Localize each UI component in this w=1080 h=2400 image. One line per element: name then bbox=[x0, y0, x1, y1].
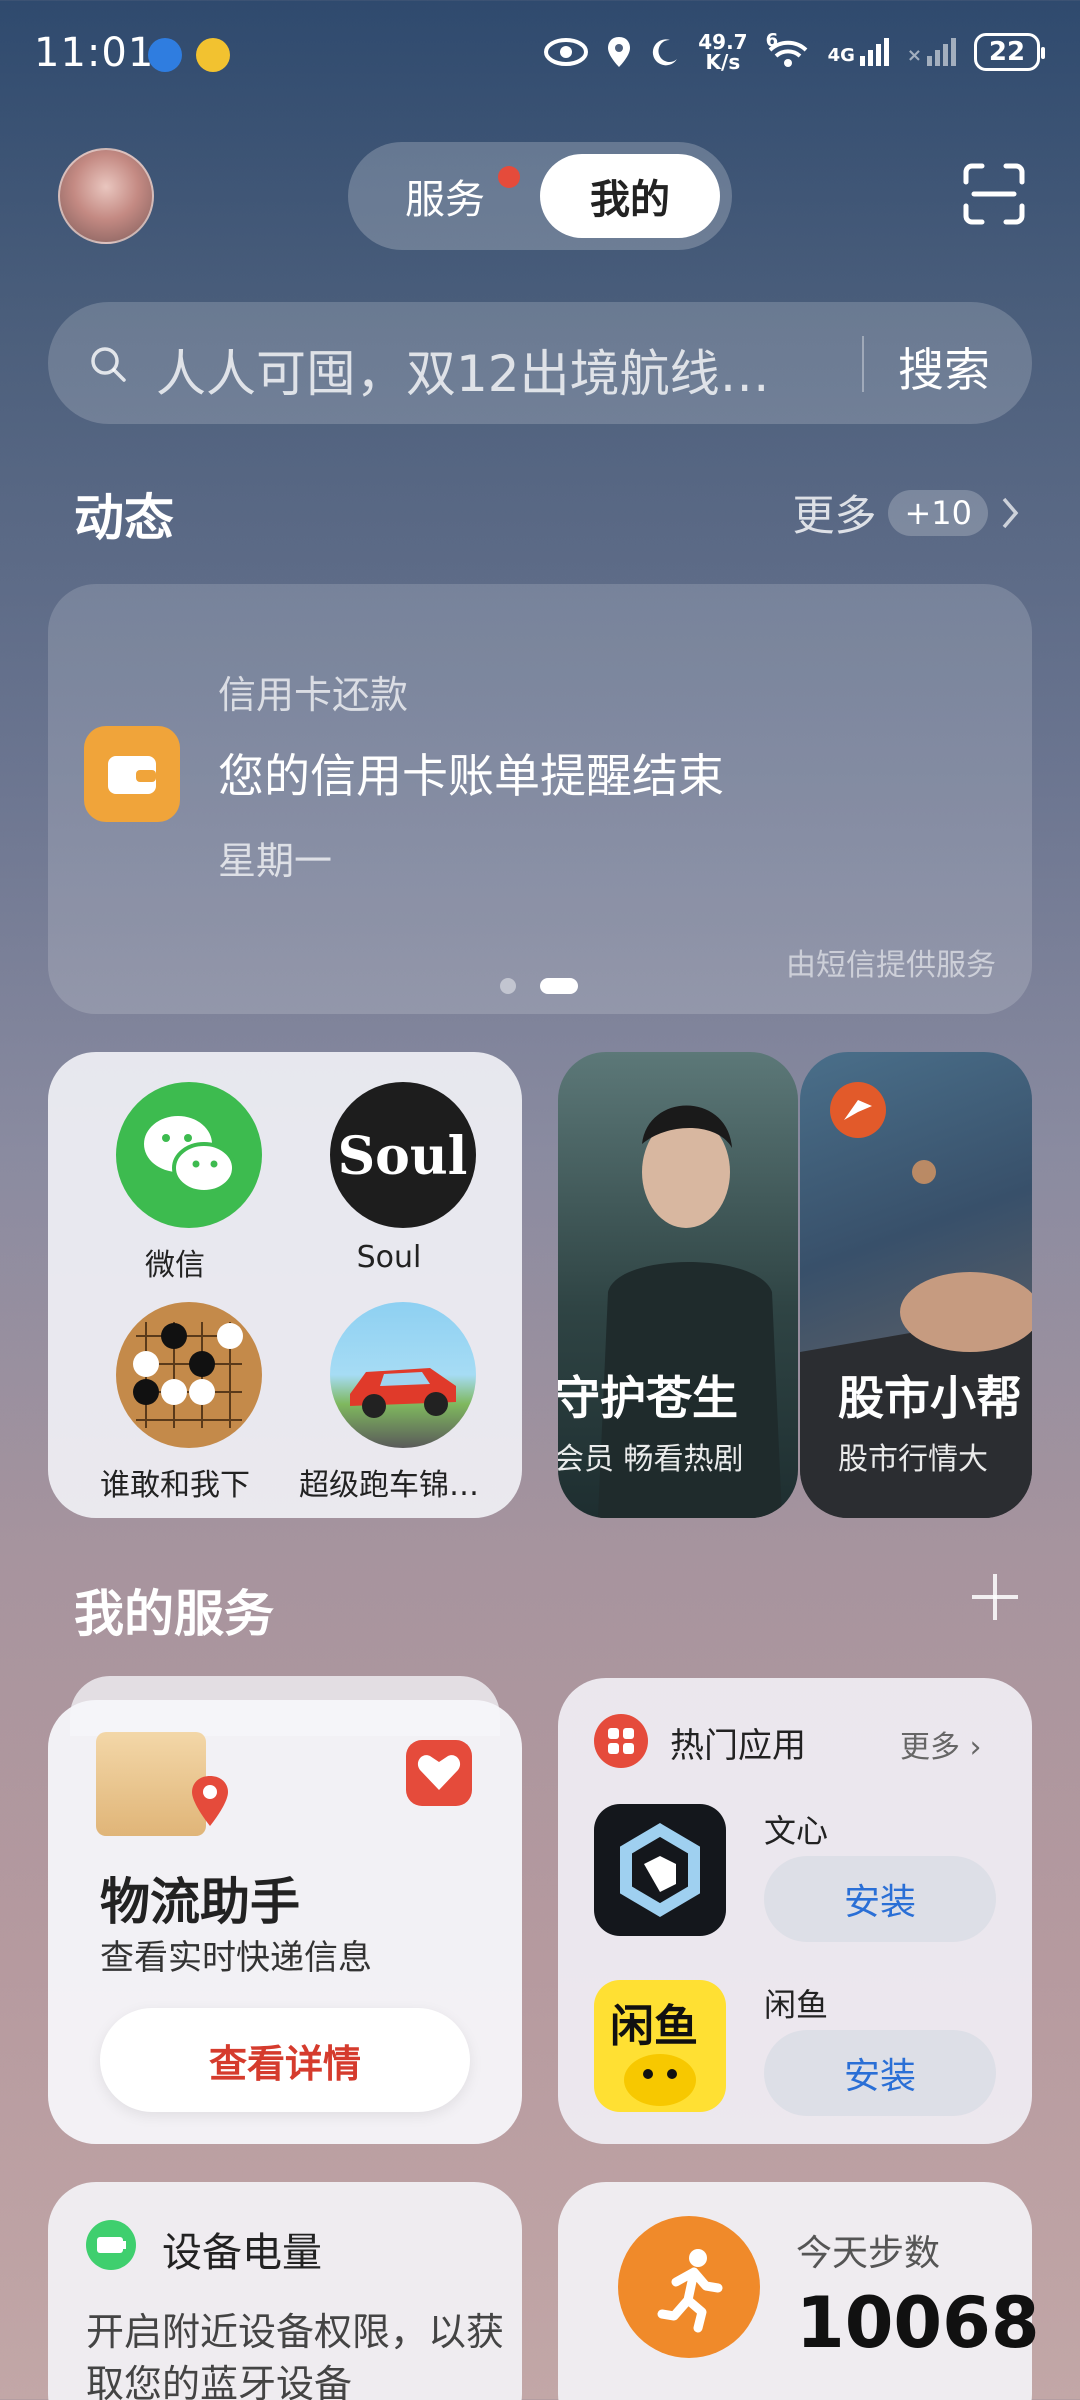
soul-icon: Soul bbox=[329, 1082, 476, 1228]
page-indicator-active bbox=[540, 978, 578, 994]
xianyu-icon: 闲鱼 bbox=[594, 1980, 726, 2112]
promo-card-drama[interactable]: 守护苍生 会员 畅看热剧 bbox=[558, 1052, 798, 1518]
avatar[interactable] bbox=[58, 148, 154, 244]
battery-icon bbox=[86, 2220, 136, 2270]
app-label: 谁敢和我下 bbox=[100, 1468, 250, 1503]
location-icon bbox=[608, 37, 631, 67]
app-soul[interactable]: Soul Soul bbox=[316, 1082, 489, 1275]
dynamics-more[interactable]: 更多 +10 bbox=[792, 482, 1020, 543]
app-label: 超级跑车锦… bbox=[299, 1468, 479, 1503]
app-name: 闲鱼 bbox=[764, 1986, 829, 2024]
network-speed: 49.7 K/s bbox=[698, 30, 748, 74]
search-button[interactable]: 搜索 bbox=[898, 334, 990, 400]
install-button-wenxin[interactable]: 安装 bbox=[764, 1856, 996, 1942]
race-car-icon bbox=[329, 1302, 476, 1448]
notification-dot bbox=[498, 166, 520, 188]
moon-icon bbox=[653, 39, 678, 66]
browser-notification-icon bbox=[148, 38, 182, 72]
search-divider bbox=[862, 336, 864, 392]
device-battery-body: 开启附近设备权限，以获取您的蓝牙设备 bbox=[86, 2310, 505, 2400]
logistics-title: 物流助手 bbox=[100, 1873, 300, 1931]
app-go-game[interactable]: 谁敢和我下 bbox=[100, 1302, 275, 1504]
apps-widget: 微信 Soul Soul 谁敢和我下 超级跑车锦… bbox=[48, 1052, 522, 1518]
view-details-button[interactable]: 查看详情 bbox=[100, 2008, 470, 2112]
weibo-notification-icon bbox=[196, 38, 230, 72]
app-wechat[interactable]: 微信 bbox=[102, 1082, 275, 1284]
add-icon[interactable] bbox=[968, 1570, 1022, 1624]
cell-signal-icon: 4G bbox=[828, 38, 889, 66]
stock-app-icon bbox=[830, 1082, 886, 1138]
promo-title: 守护苍生 bbox=[558, 1371, 738, 1425]
eye-icon bbox=[544, 38, 589, 66]
notification-date: 星期一 bbox=[218, 839, 333, 883]
more-label: 更多 bbox=[792, 491, 877, 540]
search-icon bbox=[91, 347, 126, 382]
dynamics-title: 动态 bbox=[74, 489, 174, 547]
app-label: Soul bbox=[356, 1240, 422, 1275]
scan-icon[interactable] bbox=[962, 162, 1026, 226]
search-input[interactable]: 人人可囤，双12出境航线… bbox=[156, 334, 770, 406]
wifi-icon: 6 bbox=[766, 30, 810, 68]
hot-apps-icon bbox=[594, 1714, 648, 1768]
battery-indicator: 22 bbox=[974, 33, 1045, 71]
promo-subtitle: 股市行情大 bbox=[838, 1442, 988, 1477]
go-game-icon bbox=[115, 1302, 262, 1448]
hot-apps-title: 热门应用 bbox=[670, 1726, 806, 1766]
wallet-icon bbox=[84, 726, 180, 822]
my-services-title: 我的服务 bbox=[74, 1585, 274, 1643]
chevron-right-icon bbox=[1002, 497, 1019, 528]
map-pin-icon bbox=[192, 1776, 228, 1826]
logistics-subtitle: 查看实时快递信息 bbox=[100, 1938, 372, 1978]
status-indicators: 49.7 K/s 6 4G × 22 bbox=[544, 30, 1045, 74]
running-icon bbox=[618, 2216, 760, 2358]
soul-logo-text: Soul bbox=[337, 1126, 468, 1187]
app-name: 文心 bbox=[764, 1812, 829, 1850]
tab-mine[interactable]: 我的 bbox=[540, 154, 720, 238]
notification-source: 由短信提供服务 bbox=[786, 948, 996, 983]
pinduoduo-icon bbox=[406, 1740, 472, 1806]
cell-signal-2-icon: × bbox=[907, 38, 956, 66]
page-indicator-dot bbox=[500, 978, 516, 994]
app-label: 微信 bbox=[145, 1248, 205, 1283]
hot-apps-more[interactable]: 更多 › bbox=[900, 1722, 982, 1766]
more-count-badge: +10 bbox=[888, 489, 988, 536]
status-time: 11:01 bbox=[34, 30, 155, 76]
tab-switcher: 服务 我的 bbox=[348, 142, 732, 250]
promo-title: 股市小帮 bbox=[838, 1371, 1022, 1425]
steps-value: 10068 bbox=[796, 2282, 1040, 2364]
promo-subtitle: 会员 畅看热剧 bbox=[558, 1442, 744, 1477]
wechat-icon bbox=[115, 1082, 262, 1228]
install-button-xianyu[interactable]: 安装 bbox=[764, 2030, 996, 2116]
notification-title: 您的信用卡账单提醒结束 bbox=[218, 749, 724, 803]
notification-category: 信用卡还款 bbox=[218, 673, 409, 717]
steps-label: 今天步数 bbox=[796, 2233, 941, 2274]
wenxin-icon bbox=[594, 1804, 726, 1936]
device-battery-title: 设备电量 bbox=[162, 2230, 322, 2276]
app-race-car[interactable]: 超级跑车锦… bbox=[299, 1302, 489, 1504]
promo-card-stock[interactable]: 股市小帮 股市行情大 bbox=[800, 1052, 1032, 1518]
